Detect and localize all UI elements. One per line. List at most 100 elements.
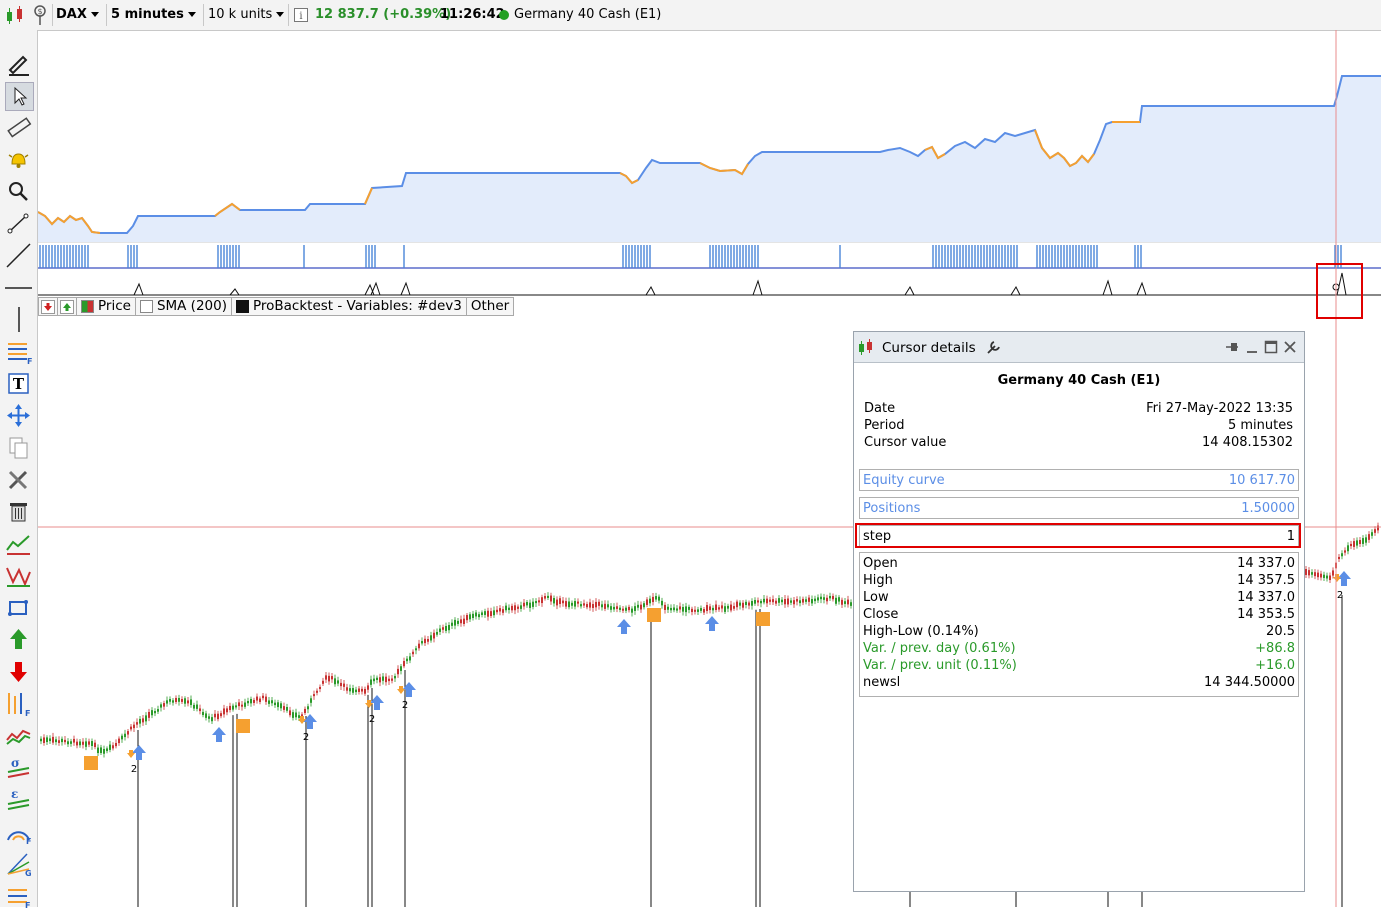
- units-selector[interactable]: 10 k units: [208, 0, 285, 30]
- legend-sma[interactable]: SMA (200): [134, 297, 232, 316]
- zoom-icon[interactable]: [5, 178, 32, 205]
- candle-body: [427, 638, 429, 642]
- buy-arrow-icon: [132, 745, 146, 760]
- ruler-icon[interactable]: [5, 114, 32, 141]
- candle-body: [100, 747, 102, 754]
- vertical-line-icon[interactable]: [5, 306, 32, 333]
- legend-probacktest[interactable]: ProBacktest - Variables: #dev3: [230, 297, 467, 316]
- candle-body: [124, 733, 126, 738]
- minimize-icon[interactable]: [1245, 339, 1259, 359]
- segment-icon[interactable]: [5, 210, 32, 237]
- candle-body: [361, 688, 363, 692]
- maximize-icon[interactable]: [1264, 339, 1278, 359]
- horizontal-line-icon[interactable]: [5, 274, 32, 301]
- signal-count-label: 2: [369, 714, 375, 725]
- period-selector[interactable]: 5 minutes: [111, 0, 196, 30]
- candle-body: [298, 715, 300, 718]
- candle-body: [586, 604, 588, 608]
- text-icon[interactable]: T: [5, 370, 32, 397]
- cursor-details-panel: Cursor details Germany 40 Cash (E1) Date…: [853, 331, 1305, 892]
- collapse-down-button[interactable]: [38, 297, 58, 316]
- legend-other[interactable]: Other: [465, 297, 515, 316]
- candle-body: [781, 599, 783, 603]
- instrument-lock-icon[interactable]: $: [31, 0, 49, 30]
- rectangle-icon[interactable]: [5, 594, 32, 621]
- expand-up-button[interactable]: [57, 297, 77, 316]
- candle-body: [658, 596, 660, 601]
- fibonacci-icon[interactable]: F: [5, 338, 32, 366]
- candle-body: [841, 599, 843, 605]
- candle-body: [661, 600, 663, 606]
- signal-count-label: 2: [402, 700, 408, 711]
- candle-body: [775, 600, 777, 604]
- candle-body: [292, 712, 294, 718]
- wrench-icon[interactable]: [985, 338, 1003, 360]
- candle-body: [667, 606, 669, 610]
- candle-body: [121, 735, 123, 740]
- candle-body: [583, 603, 585, 606]
- market-status-icon: [498, 0, 510, 30]
- pin-icon[interactable]: [1224, 339, 1240, 359]
- var-unit-value: +16.0: [1255, 658, 1295, 673]
- candle-body: [517, 606, 519, 609]
- candle-body: [700, 608, 702, 611]
- candle-body: [559, 598, 561, 604]
- candle-body: [1365, 537, 1367, 543]
- candle-body: [526, 602, 528, 606]
- equity-curve-row: Equity curve 10 617.70: [859, 469, 1299, 491]
- candlestick-icon[interactable]: [4, 0, 26, 30]
- fibonacci-fan-icon[interactable]: F: [5, 882, 32, 910]
- candle-body: [1323, 574, 1325, 578]
- candle-body: [502, 609, 504, 613]
- legend-price[interactable]: Price: [76, 297, 136, 316]
- candle-body: [313, 694, 315, 697]
- sell-arrow-icon[interactable]: [5, 658, 32, 685]
- candle-body: [55, 739, 57, 743]
- candle-body: [634, 606, 636, 611]
- sigma-icon[interactable]: σ: [5, 754, 32, 781]
- step-spike: [752, 279, 763, 296]
- pointer-icon[interactable]: [5, 82, 34, 111]
- copy-icon[interactable]: [5, 434, 32, 461]
- indicators-icon[interactable]: F: [5, 690, 32, 718]
- fibonacci-arc-icon[interactable]: F: [5, 818, 32, 846]
- zigzag-icon[interactable]: [5, 562, 32, 589]
- candle-body: [274, 702, 276, 706]
- buy-arrow-icon: [212, 727, 226, 742]
- candle-body: [607, 604, 609, 608]
- panel-header[interactable]: Cursor details: [854, 332, 1304, 363]
- gann-fan-icon[interactable]: G: [5, 850, 32, 878]
- candle-body: [439, 628, 441, 632]
- tools-icon[interactable]: [5, 466, 32, 493]
- candle-body: [139, 718, 141, 724]
- candle-body: [451, 622, 453, 626]
- candle-body: [331, 676, 333, 680]
- candle-body: [196, 704, 198, 709]
- step-spike-highlight: [1316, 263, 1363, 319]
- candle-body: [475, 612, 477, 617]
- move-icon[interactable]: [5, 402, 32, 429]
- info-icon[interactable]: i: [294, 0, 308, 30]
- candle-body: [79, 741, 81, 746]
- candle-body: [721, 605, 723, 609]
- moving-average-icon[interactable]: [5, 722, 32, 749]
- candle-body: [280, 703, 282, 709]
- close-icon[interactable]: [1283, 339, 1297, 359]
- pencil-icon[interactable]: [5, 50, 32, 77]
- line-icon[interactable]: [5, 242, 32, 269]
- instrument-selector[interactable]: DAX: [56, 0, 99, 30]
- candle-body: [511, 605, 513, 611]
- epsilon-icon[interactable]: ε: [5, 786, 32, 813]
- candle-body: [736, 601, 738, 608]
- step-spike: [645, 285, 656, 296]
- step-indicator-panel: [38, 272, 1381, 296]
- alert-bell-icon[interactable]: [5, 146, 32, 173]
- trend-channel-icon[interactable]: [5, 530, 32, 557]
- candle-body: [751, 601, 753, 606]
- trash-icon[interactable]: [5, 498, 32, 525]
- candle-body: [373, 678, 375, 682]
- candle-body: [682, 607, 684, 612]
- buy-arrow-icon[interactable]: [5, 626, 32, 653]
- newsl-label: newsl: [863, 675, 901, 690]
- candle-body: [142, 718, 144, 723]
